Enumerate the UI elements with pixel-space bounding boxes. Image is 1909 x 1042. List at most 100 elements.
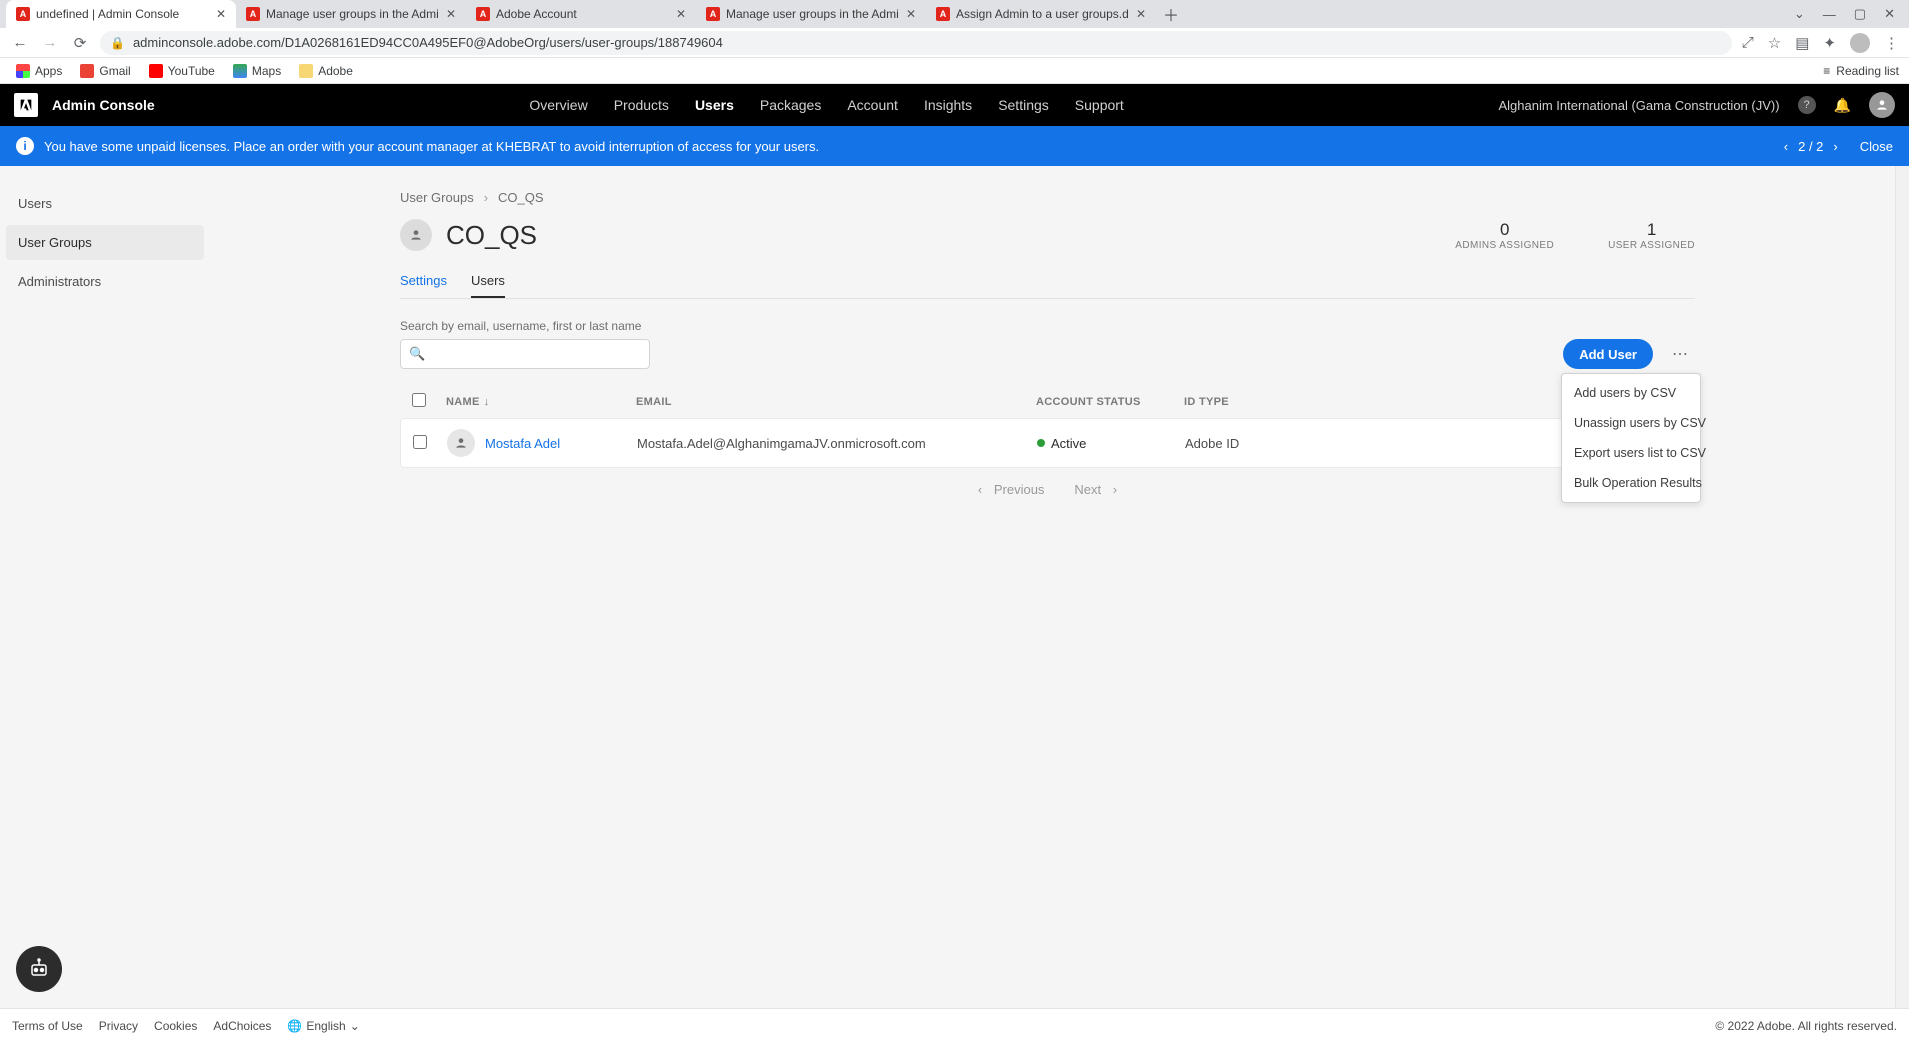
footer-cookies[interactable]: Cookies [154, 1019, 197, 1033]
install-app-icon[interactable]: ⤢ [1742, 34, 1754, 51]
sidebar-item-administrators[interactable]: Administrators [6, 264, 204, 299]
bookmark-adobe[interactable]: Adobe [293, 62, 359, 80]
status-dot-icon [1037, 439, 1045, 447]
browser-tab-3[interactable]: A Manage user groups in the Admi ✕ [696, 0, 926, 28]
users-table: NAME↓ EMAIL ACCOUNT STATUS ID TYPE Mosta… [400, 385, 1695, 468]
tab-favicon-adobe: A [476, 7, 490, 21]
stat-admins-count: 0 [1455, 220, 1554, 240]
column-header-email[interactable]: EMAIL [636, 396, 1036, 408]
notification-banner: i You have some unpaid licenses. Place a… [0, 126, 1909, 166]
nav-settings[interactable]: Settings [998, 86, 1049, 124]
sidebar-item-user-groups[interactable]: User Groups [6, 225, 204, 260]
bookmark-maps[interactable]: Maps [227, 62, 287, 80]
nav-users[interactable]: Users [695, 86, 734, 124]
nav-packages[interactable]: Packages [760, 86, 821, 124]
help-icon[interactable]: ? [1798, 96, 1816, 114]
nav-insights[interactable]: Insights [924, 86, 972, 124]
profile-avatar[interactable] [1869, 92, 1895, 118]
row-checkbox[interactable] [413, 435, 427, 449]
chevron-right-icon: › [484, 190, 488, 205]
tab-close-icon[interactable]: ✕ [446, 7, 456, 21]
tab-settings[interactable]: Settings [400, 265, 447, 298]
user-name-link[interactable]: Mostafa Adel [485, 436, 560, 451]
profile-icon[interactable] [1850, 33, 1870, 53]
chevron-left-icon: ‹ [978, 482, 982, 497]
reading-list-label[interactable]: Reading list [1836, 64, 1899, 78]
dropdown-add-csv[interactable]: Add users by CSV [1562, 378, 1700, 408]
reading-list-icon[interactable]: ≡ [1823, 64, 1830, 78]
tab-close-icon[interactable]: ✕ [906, 7, 916, 21]
browser-tab-1[interactable]: A Manage user groups in the Admi ✕ [236, 0, 466, 28]
footer-language-switcher[interactable]: 🌐English⌄ [287, 1019, 359, 1033]
stat-admins: 0 ADMINS ASSIGNED [1455, 220, 1554, 251]
nav-products[interactable]: Products [614, 86, 669, 124]
browser-tab-2[interactable]: A Adobe Account ✕ [466, 0, 696, 28]
banner-close-button[interactable]: Close [1860, 139, 1893, 154]
bookmark-star-icon[interactable]: ☆ [1768, 34, 1781, 52]
column-header-status[interactable]: ACCOUNT STATUS [1036, 396, 1184, 408]
dropdown-export-csv[interactable]: Export users list to CSV [1562, 438, 1700, 468]
table-row[interactable]: Mostafa Adel Mostafa.Adel@AlghanimgamaJV… [400, 418, 1695, 468]
tab-close-icon[interactable]: ✕ [216, 7, 226, 21]
bookmark-gmail[interactable]: Gmail [74, 62, 136, 80]
browser-tab-4[interactable]: A Assign Admin to a user groups.d ✕ [926, 0, 1156, 28]
lock-icon: 🔒 [110, 36, 125, 50]
footer-terms[interactable]: Terms of Use [12, 1019, 83, 1033]
footer-privacy[interactable]: Privacy [99, 1019, 138, 1033]
more-actions-dropdown: Add users by CSV Unassign users by CSV E… [1561, 373, 1701, 503]
select-all-checkbox[interactable] [412, 393, 426, 407]
assistant-fab[interactable] [16, 946, 62, 992]
primary-nav: Overview Products Users Packages Account… [529, 86, 1124, 124]
extensions-icon[interactable]: ✦ [1823, 34, 1836, 52]
translate-icon[interactable]: ▤ [1795, 34, 1809, 52]
dropdown-bulk-results[interactable]: Bulk Operation Results [1562, 468, 1700, 498]
chevron-down-icon: ⌄ [350, 1019, 360, 1033]
window-maximize-icon[interactable]: ▢ [1854, 6, 1866, 22]
back-icon[interactable]: ← [10, 34, 30, 51]
pager-next[interactable]: Next › [1074, 482, 1117, 497]
stat-users-label: USER ASSIGNED [1608, 240, 1695, 251]
more-actions-button[interactable]: ⋯ [1665, 339, 1695, 369]
chrome-menu-icon[interactable]: ⋮ [1884, 34, 1899, 52]
footer-copyright: © 2022 Adobe. All rights reserved. [1715, 1019, 1897, 1033]
window-close-icon[interactable]: ✕ [1884, 6, 1895, 22]
tab-users[interactable]: Users [471, 265, 505, 298]
pager-previous[interactable]: ‹ Previous [978, 482, 1045, 497]
tab-favicon-adobe: A [16, 7, 30, 21]
breadcrumb-root[interactable]: User Groups [400, 190, 474, 205]
browser-tab-strip: A undefined | Admin Console ✕ A Manage u… [0, 0, 1909, 28]
search-box[interactable]: 🔍 [400, 339, 650, 369]
browser-tab-0[interactable]: A undefined | Admin Console ✕ [6, 0, 236, 28]
chevron-down-icon[interactable]: ⌄ [1794, 6, 1805, 22]
address-bar[interactable]: 🔒 adminconsole.adobe.com/D1A0268161ED94C… [100, 31, 1732, 55]
search-input[interactable] [425, 347, 641, 362]
banner-text: You have some unpaid licenses. Place an … [44, 139, 819, 154]
sidebar-item-users[interactable]: Users [6, 186, 204, 221]
notifications-icon[interactable]: 🔔 [1834, 97, 1851, 114]
main-content: User Groups › CO_QS CO_QS 0 ADMINS ASSIG… [210, 166, 1895, 1008]
bookmark-apps[interactable]: Apps [10, 62, 68, 80]
tab-close-icon[interactable]: ✕ [1136, 7, 1146, 21]
nav-overview[interactable]: Overview [529, 86, 587, 124]
scrollbar[interactable] [1895, 166, 1909, 1008]
stat-users-count: 1 [1608, 220, 1695, 240]
nav-support[interactable]: Support [1075, 86, 1124, 124]
bookmarks-bar: Apps Gmail YouTube Maps Adobe ≡ Reading … [0, 58, 1909, 84]
banner-prev-icon[interactable]: ‹ [1784, 139, 1788, 154]
org-switcher[interactable]: Alghanim International (Gama Constructio… [1498, 98, 1779, 113]
address-toolbar: ← → ⟳ 🔒 adminconsole.adobe.com/D1A026816… [0, 28, 1909, 58]
add-user-button[interactable]: Add User [1563, 339, 1653, 369]
tab-close-icon[interactable]: ✕ [676, 7, 686, 21]
adobe-logo-icon[interactable] [14, 93, 38, 117]
column-header-name[interactable]: NAME↓ [446, 396, 636, 408]
tab-favicon-adobe: A [936, 7, 950, 21]
new-tab-button[interactable]: ＋ [1156, 0, 1186, 28]
forward-icon[interactable]: → [40, 34, 60, 51]
banner-next-icon[interactable]: › [1833, 139, 1837, 154]
bookmark-youtube[interactable]: YouTube [143, 62, 221, 80]
reload-icon[interactable]: ⟳ [70, 34, 90, 52]
nav-account[interactable]: Account [847, 86, 898, 124]
dropdown-unassign-csv[interactable]: Unassign users by CSV [1562, 408, 1700, 438]
footer-adchoices[interactable]: AdChoices [213, 1019, 271, 1033]
window-minimize-icon[interactable]: — [1823, 7, 1836, 22]
